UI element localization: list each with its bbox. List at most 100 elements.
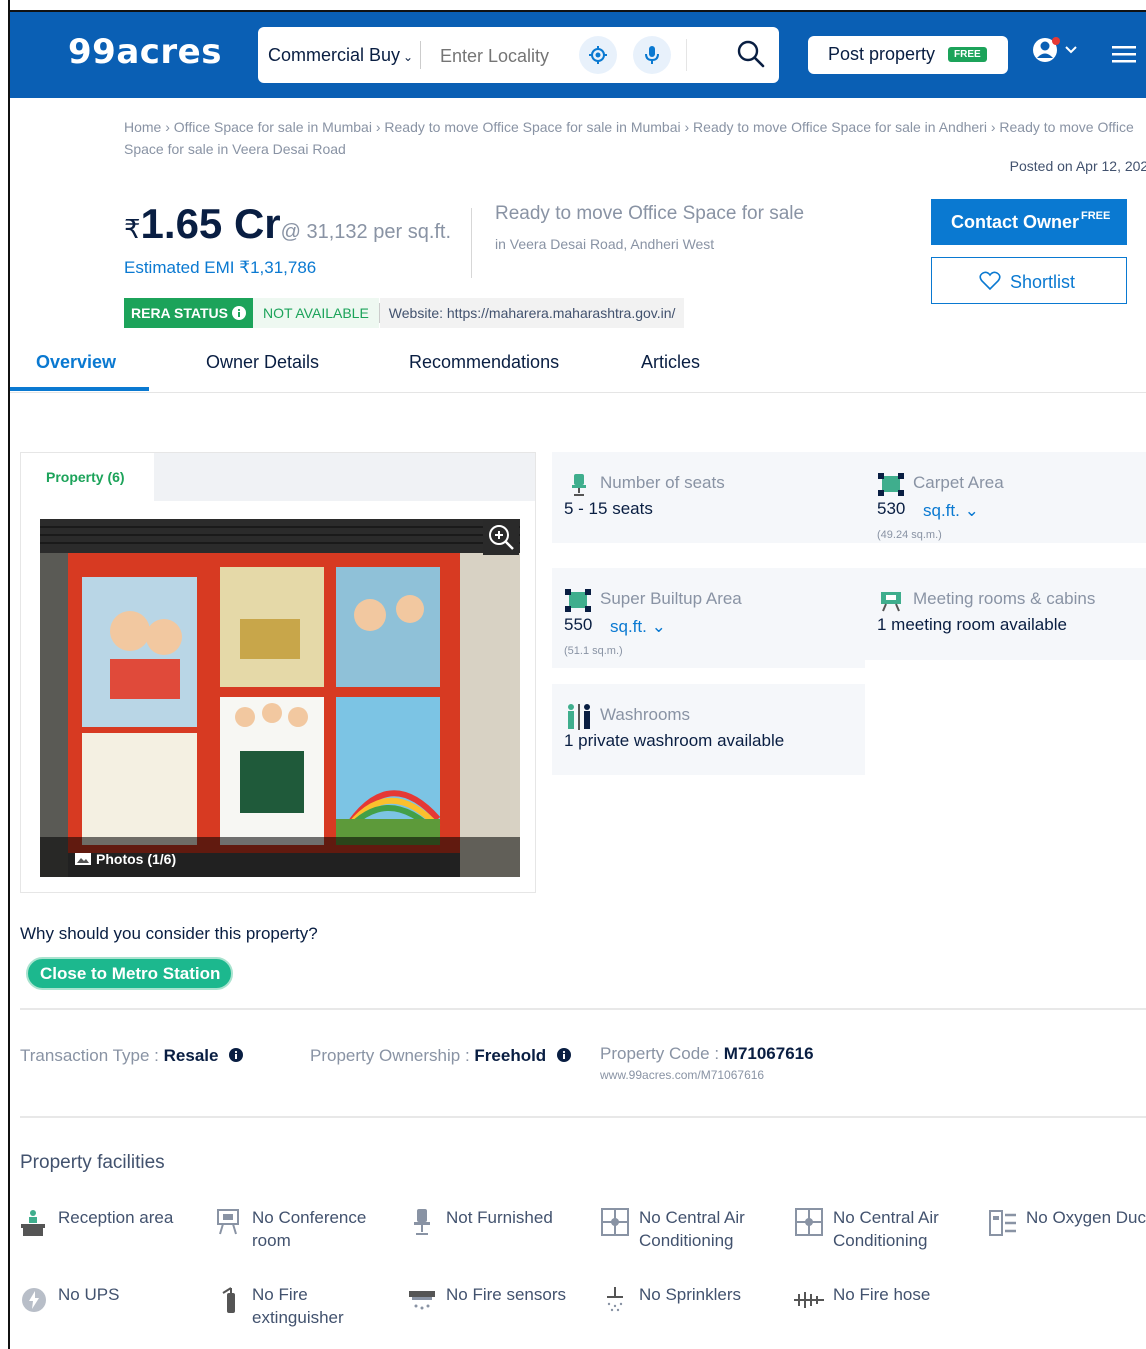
facility-oxygen-duct: No Oxygen Duct (1026, 1208, 1146, 1227)
hamburger-icon (1112, 46, 1136, 63)
reception-icon (21, 1210, 45, 1236)
shortlist-label: Shortlist (1010, 272, 1076, 292)
site-logo[interactable]: 99acres (68, 32, 222, 72)
super-builtup-sqm: (51.1 sq.m.) (564, 645, 623, 657)
contact-owner-button[interactable]: Contact Owner FREE (931, 199, 1127, 245)
transaction-type: Transaction Type : Resale (20, 1046, 244, 1066)
carpet-unit-dropdown[interactable]: sq.ft. ⌄ (923, 501, 979, 521)
rera-website-link[interactable]: Website: https://maharera.maharashtra.go… (379, 298, 685, 328)
rera-status-value: NOT AVAILABLE (252, 298, 379, 328)
photo-count-bar[interactable]: Photos (1/6) (40, 837, 520, 877)
info-icon[interactable] (231, 306, 246, 320)
facility-reception: Reception area (58, 1208, 174, 1227)
carpet-area-card: Carpet Area 530 sq.ft. ⌄ (49.24 sq.m.) (865, 452, 1146, 543)
search-bar: Commercial Buy ⌄ (258, 27, 779, 83)
gallery-tabs: Property (6) (21, 453, 535, 501)
zoom-in-icon (489, 525, 514, 550)
tab-recommendations[interactable]: Recommendations (409, 352, 559, 373)
chair-icon (414, 1209, 430, 1235)
ups-icon (22, 1288, 46, 1312)
info-icon[interactable] (556, 1048, 571, 1062)
divider (686, 39, 687, 71)
price-per-sqft: @ 31,132 per sq.ft. (280, 221, 452, 243)
ac-icon (601, 1208, 629, 1236)
super-builtup-value: 550 (564, 615, 593, 634)
post-property-button[interactable]: Post property FREE (808, 36, 1008, 74)
facility-sprinklers: No Sprinklers (639, 1285, 742, 1304)
free-badge: FREE (948, 47, 987, 62)
property-ownership: Property Ownership : Freehold (310, 1046, 571, 1066)
rera-status-text: RERA STATUS (131, 305, 228, 321)
facility-central-ac: No Central Air Conditioning (639, 1208, 745, 1250)
search-icon[interactable] (736, 39, 766, 69)
chevron-down-icon: ⌄ (964, 501, 979, 520)
facilities-title: Property facilities (20, 1152, 165, 1173)
chevron-down-icon: ⌄ (651, 617, 666, 636)
site-header: 99acres Commercial Buy⌄ Post property FR… (10, 12, 1146, 98)
washrooms-card: Washrooms 1 private washroom available (552, 684, 865, 775)
property-code-value: M71067616 (723, 1044, 814, 1063)
voice-search-button[interactable] (633, 36, 671, 74)
photo-count-label: Photos (1/6) (96, 851, 177, 867)
divider (420, 41, 421, 69)
sba-unit-label: sq.ft. (610, 617, 647, 636)
user-account-menu[interactable] (1032, 36, 1082, 71)
rupee-symbol: ₹ (124, 214, 141, 244)
ownership-value: Freehold (474, 1046, 547, 1065)
window-frame-left (0, 0, 10, 1349)
window-frame-top (0, 0, 1146, 12)
tab-owner-details[interactable]: Owner Details (206, 352, 319, 373)
divider (20, 1116, 1146, 1118)
active-tab-indicator (10, 387, 149, 391)
sprinkler-icon (607, 1287, 623, 1312)
area-icon (565, 589, 591, 612)
shop-front-image (40, 519, 520, 877)
locality-input[interactable] (438, 39, 552, 73)
conference-icon (217, 1209, 239, 1235)
divider (20, 1008, 1146, 1010)
property-code-url: www.99acres.com/M71067616 (600, 1068, 765, 1082)
ownership-label: Property Ownership : (310, 1046, 475, 1065)
info-icon[interactable] (229, 1048, 244, 1062)
zoom-button[interactable] (483, 519, 519, 555)
breadcrumb[interactable]: Home › Office Space for sale in Mumbai ›… (124, 116, 1146, 160)
why-consider-heading: Why should you consider this property? (20, 924, 318, 943)
price-value: 1.65 Cr (140, 200, 281, 247)
hamburger-menu-button[interactable] (1112, 46, 1136, 69)
locate-me-button[interactable] (579, 36, 617, 74)
facility-central-ac: No Central Air Conditioning (833, 1208, 939, 1250)
property-location: in Veera Desai Road, Andheri West (495, 236, 715, 252)
seat-icon (572, 474, 586, 496)
washroom-icon (568, 704, 590, 730)
tab-articles[interactable]: Articles (641, 352, 700, 373)
posted-date: Posted on Apr 12, 2023 (1009, 158, 1146, 174)
washrooms-title: Washrooms (600, 705, 691, 724)
seats-title: Number of seats (600, 473, 725, 492)
gallery-tab-property[interactable]: Property (6) (21, 453, 154, 501)
carpet-area-value: 530 (877, 499, 906, 518)
carpet-unit-label: sq.ft. (923, 501, 960, 520)
property-title: Ready to move Office Space for sale (495, 203, 805, 224)
hose-icon (794, 1292, 824, 1308)
seats-card: Number of seats 5 - 15 seats (552, 452, 865, 543)
facility-fire-sensors: No Fire sensors (446, 1285, 566, 1304)
tab-overview[interactable]: Overview (36, 352, 116, 373)
emi-link[interactable]: Estimated EMI ₹1,31,786 (124, 258, 316, 278)
area-icon (878, 473, 904, 496)
divider (471, 208, 472, 278)
shortlist-button[interactable]: Shortlist (931, 257, 1127, 304)
extinguisher-icon (222, 1287, 235, 1313)
washrooms-value: 1 private washroom available (564, 731, 785, 750)
image-icon (75, 853, 91, 865)
search-type-dropdown[interactable]: Commercial Buy ⌄ (268, 45, 413, 66)
property-code-label: Property Code : (600, 1044, 724, 1063)
property-photo[interactable] (40, 519, 520, 877)
super-builtup-card: Super Builtup Area 550 sq.ft. ⌄ (51.1 sq… (552, 568, 865, 668)
highlight-tag-metro[interactable]: Close to Metro Station (26, 957, 233, 990)
chevron-down-icon: ⌄ (403, 50, 414, 64)
sba-unit-dropdown[interactable]: sq.ft. ⌄ (610, 617, 666, 637)
ac-icon (795, 1208, 823, 1236)
transaction-type-label: Transaction Type : (20, 1046, 164, 1065)
post-property-label: Post property (828, 44, 936, 64)
microphone-icon (645, 46, 659, 64)
